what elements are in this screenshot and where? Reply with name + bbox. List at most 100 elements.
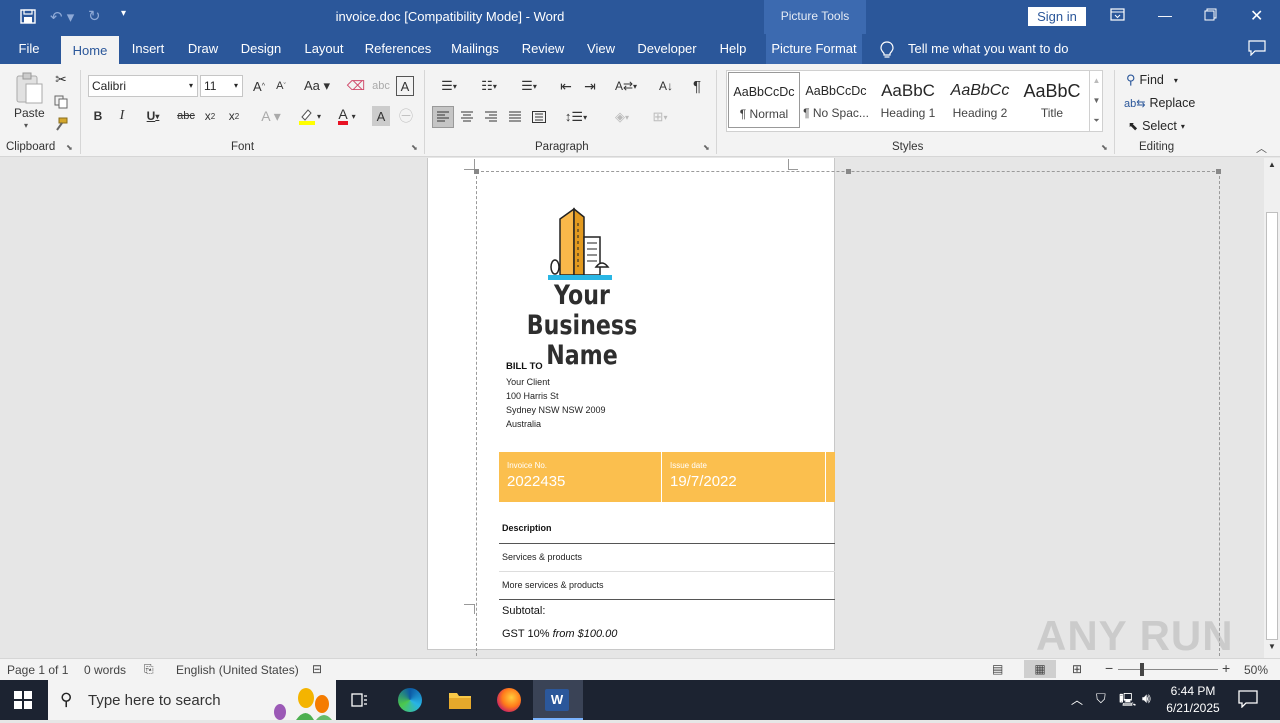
- scroll-down-icon[interactable]: ▼: [1090, 91, 1103, 111]
- security-icon[interactable]: ⛉: [1096, 691, 1106, 707]
- paragraph-launcher-icon[interactable]: ⬊: [703, 143, 710, 152]
- save-icon[interactable]: [20, 9, 36, 24]
- more-styles-icon[interactable]: ⏷: [1090, 111, 1103, 131]
- paste-label[interactable]: Paste: [14, 106, 45, 120]
- zoom-slider-thumb[interactable]: [1140, 663, 1144, 676]
- print-layout-icon[interactable]: ▦: [1024, 660, 1056, 678]
- network-icon[interactable]: 🖳: [1119, 691, 1136, 713]
- comments-icon[interactable]: [1248, 40, 1266, 57]
- shading-icon[interactable]: ◈ ▾: [606, 106, 638, 128]
- format-painter-icon[interactable]: [52, 115, 70, 133]
- sign-in-button[interactable]: Sign in: [1028, 7, 1086, 26]
- word-taskbar-button[interactable]: W: [533, 680, 583, 720]
- scroll-up-arrow[interactable]: ▲: [1266, 160, 1278, 174]
- zoom-out-icon[interactable]: −: [1105, 660, 1113, 676]
- tab-review[interactable]: Review: [516, 34, 570, 64]
- sort-icon[interactable]: A↓: [656, 76, 676, 96]
- undo-icon[interactable]: ↶ ▾: [50, 8, 76, 26]
- change-case-icon[interactable]: Aa ▾: [300, 76, 334, 96]
- page-count[interactable]: Page 1 of 1: [7, 663, 68, 677]
- styles-scroll[interactable]: ▲ ▼ ⏷: [1089, 71, 1103, 131]
- borders-icon[interactable]: ⊞ ▾: [644, 106, 676, 128]
- ribbon-display-options-icon[interactable]: [1110, 8, 1126, 24]
- font-launcher-icon[interactable]: ⬊: [411, 143, 418, 152]
- strikethrough-icon[interactable]: abc: [176, 106, 196, 126]
- align-right-icon[interactable]: [481, 106, 501, 128]
- subscript-icon[interactable]: x2: [200, 106, 220, 126]
- redo-icon[interactable]: ↻: [88, 7, 104, 25]
- style-heading-2[interactable]: AaBbCc Heading 2: [944, 72, 1016, 128]
- text-effects-icon[interactable]: A ▾: [254, 106, 288, 126]
- clipboard-launcher-icon[interactable]: ⬊: [66, 143, 73, 152]
- read-mode-icon[interactable]: ▤: [992, 662, 1003, 676]
- copy-icon[interactable]: [52, 93, 70, 111]
- character-border-icon[interactable]: A: [396, 76, 414, 96]
- tab-layout[interactable]: Layout: [298, 34, 350, 64]
- show-formatting-marks-icon[interactable]: ¶: [688, 76, 706, 96]
- tab-design[interactable]: Design: [234, 34, 288, 64]
- tab-help[interactable]: Help: [712, 34, 754, 64]
- zoom-slider-track[interactable]: [1118, 669, 1218, 670]
- word-count[interactable]: 0 words: [84, 663, 126, 677]
- tab-file[interactable]: File: [8, 34, 50, 64]
- cut-icon[interactable]: ✂: [52, 70, 70, 88]
- paste-icon[interactable]: [14, 72, 44, 104]
- multilevel-list-icon[interactable]: ☰ ▾: [512, 76, 546, 96]
- resize-handle[interactable]: [474, 169, 479, 174]
- notifications-icon[interactable]: [1238, 690, 1258, 710]
- align-left-icon[interactable]: [432, 106, 454, 128]
- scrollbar-thumb[interactable]: [1266, 212, 1278, 640]
- edge-browser-icon[interactable]: [398, 688, 422, 712]
- resize-handle[interactable]: [1216, 169, 1221, 174]
- italic-icon[interactable]: I: [114, 106, 130, 126]
- tab-references[interactable]: References: [362, 34, 434, 64]
- decrease-indent-icon[interactable]: ⇤: [556, 76, 576, 96]
- tab-picture-format[interactable]: Picture Format: [766, 34, 862, 64]
- document-canvas[interactable]: Your Business Name BILL TO Your Client 1…: [0, 158, 1264, 658]
- chevron-up-icon[interactable]: ︿: [1071, 691, 1083, 708]
- align-center-icon[interactable]: [457, 106, 477, 128]
- zoom-in-icon[interactable]: +: [1222, 660, 1230, 676]
- proofing-icon[interactable]: ⎘: [144, 662, 154, 677]
- web-layout-icon[interactable]: ⊞: [1072, 662, 1082, 676]
- bullets-icon[interactable]: ☰ ▾: [432, 76, 466, 96]
- find-button[interactable]: ⚲ Find ▾: [1126, 71, 1178, 89]
- styles-launcher-icon[interactable]: ⬊: [1101, 143, 1108, 152]
- character-shading-icon[interactable]: A: [372, 106, 390, 126]
- paste-dropdown-icon[interactable]: ▾: [24, 121, 28, 130]
- taskbar-search-box[interactable]: ⚲ Type here to search: [48, 680, 336, 720]
- line-spacing-icon[interactable]: ↕☰ ▾: [560, 106, 592, 128]
- tab-developer[interactable]: Developer: [632, 34, 702, 64]
- scroll-up-icon[interactable]: ▲: [1090, 71, 1103, 91]
- phonetic-guide-icon[interactable]: abc: [371, 76, 391, 96]
- shrink-font-icon[interactable]: Aˇ: [272, 76, 290, 96]
- text-direction-icon[interactable]: A⇄ ▾: [612, 76, 640, 96]
- clear-formatting-icon[interactable]: ⌫: [346, 76, 366, 96]
- firefox-icon[interactable]: [497, 688, 521, 712]
- restore-icon[interactable]: [1204, 8, 1218, 22]
- system-clock[interactable]: 6:44 PM 6/21/2025: [1162, 683, 1224, 717]
- numbering-icon[interactable]: ☷ ▾: [472, 76, 506, 96]
- justify-icon[interactable]: [505, 106, 525, 128]
- enclose-characters-icon[interactable]: ㊀: [396, 106, 416, 126]
- scroll-down-arrow[interactable]: ▼: [1266, 642, 1278, 656]
- task-view-icon[interactable]: [350, 690, 370, 710]
- tab-view[interactable]: View: [582, 34, 620, 64]
- style-heading-1[interactable]: AaBbC Heading 1: [872, 72, 944, 128]
- collapse-ribbon-icon[interactable]: ︿: [1256, 140, 1267, 156]
- tab-home[interactable]: Home: [61, 36, 119, 64]
- resize-handle[interactable]: [846, 169, 851, 174]
- replace-button[interactable]: ab⇆ Replace: [1124, 94, 1195, 112]
- highlight-color-icon[interactable]: ▾: [292, 106, 326, 126]
- language[interactable]: English (United States): [176, 663, 299, 677]
- font-size-dropdown[interactable]: 11 ▾: [200, 75, 243, 97]
- tab-draw[interactable]: Draw: [182, 34, 224, 64]
- style-normal[interactable]: AaBbCcDc ¶ Normal: [728, 72, 800, 128]
- style-no-spacing[interactable]: AaBbCcDc ¶ No Spac...: [800, 72, 872, 128]
- windows-start-icon[interactable]: [14, 691, 32, 709]
- font-color-icon[interactable]: A ▾: [330, 106, 364, 126]
- superscript-icon[interactable]: x2: [224, 106, 244, 126]
- distributed-icon[interactable]: [529, 106, 549, 128]
- style-title[interactable]: AaBbC Title: [1016, 72, 1088, 128]
- volume-icon[interactable]: 🔊︎: [1142, 690, 1151, 707]
